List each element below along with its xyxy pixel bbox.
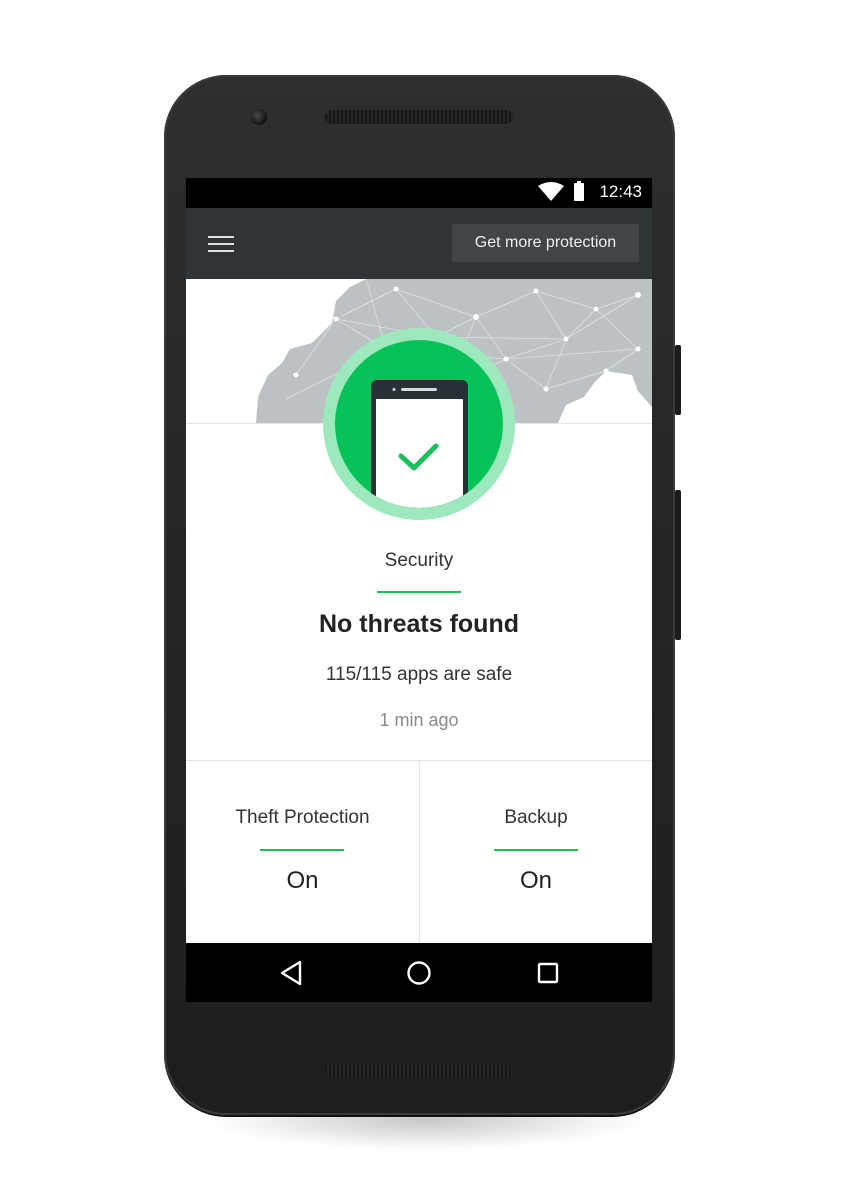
- back-triangle-icon: [280, 960, 302, 986]
- get-more-protection-button[interactable]: Get more protection: [452, 224, 639, 262]
- security-status-ring: [323, 328, 515, 520]
- status-time: 12:43: [599, 182, 642, 201]
- theft-protection-card[interactable]: Theft Protection On: [186, 761, 420, 943]
- android-nav-bar: [186, 943, 652, 1002]
- security-label: Security: [384, 550, 454, 571]
- hamburger-menu-icon[interactable]: [208, 234, 236, 254]
- feature-cards: Theft Protection On Backup On: [186, 760, 652, 943]
- app-bar: Get more protection: [186, 208, 652, 279]
- power-button: [675, 345, 681, 415]
- apps-safe-count: 115/115 apps are safe: [325, 664, 513, 685]
- phone-screen: 12:43 Get more protection Security No th…: [186, 178, 652, 1002]
- back-button[interactable]: [260, 943, 320, 1002]
- volume-button: [675, 490, 681, 640]
- security-status-title: No threats found: [319, 610, 519, 638]
- card-value: On: [286, 867, 319, 894]
- phone-check-icon: [371, 380, 468, 508]
- card-underline: [260, 849, 344, 851]
- last-scan-time: 1 min ago: [379, 710, 459, 730]
- front-camera: [251, 109, 267, 125]
- wifi-icon: [538, 182, 564, 201]
- security-status-circle: [335, 340, 503, 508]
- backup-card[interactable]: Backup On: [420, 761, 652, 943]
- card-label: Backup: [504, 807, 568, 828]
- recent-apps-button[interactable]: [518, 943, 578, 1002]
- recent-square-icon: [537, 962, 559, 984]
- status-bar: 12:43: [186, 178, 652, 208]
- battery-icon: [574, 181, 584, 201]
- bottom-speaker: [325, 1064, 513, 1078]
- top-speaker: [325, 110, 513, 124]
- card-label: Theft Protection: [235, 807, 370, 828]
- security-underline: [377, 591, 461, 593]
- home-circle-icon: [407, 961, 431, 985]
- card-underline: [494, 849, 578, 851]
- home-button[interactable]: [389, 943, 449, 1002]
- card-value: On: [519, 867, 552, 894]
